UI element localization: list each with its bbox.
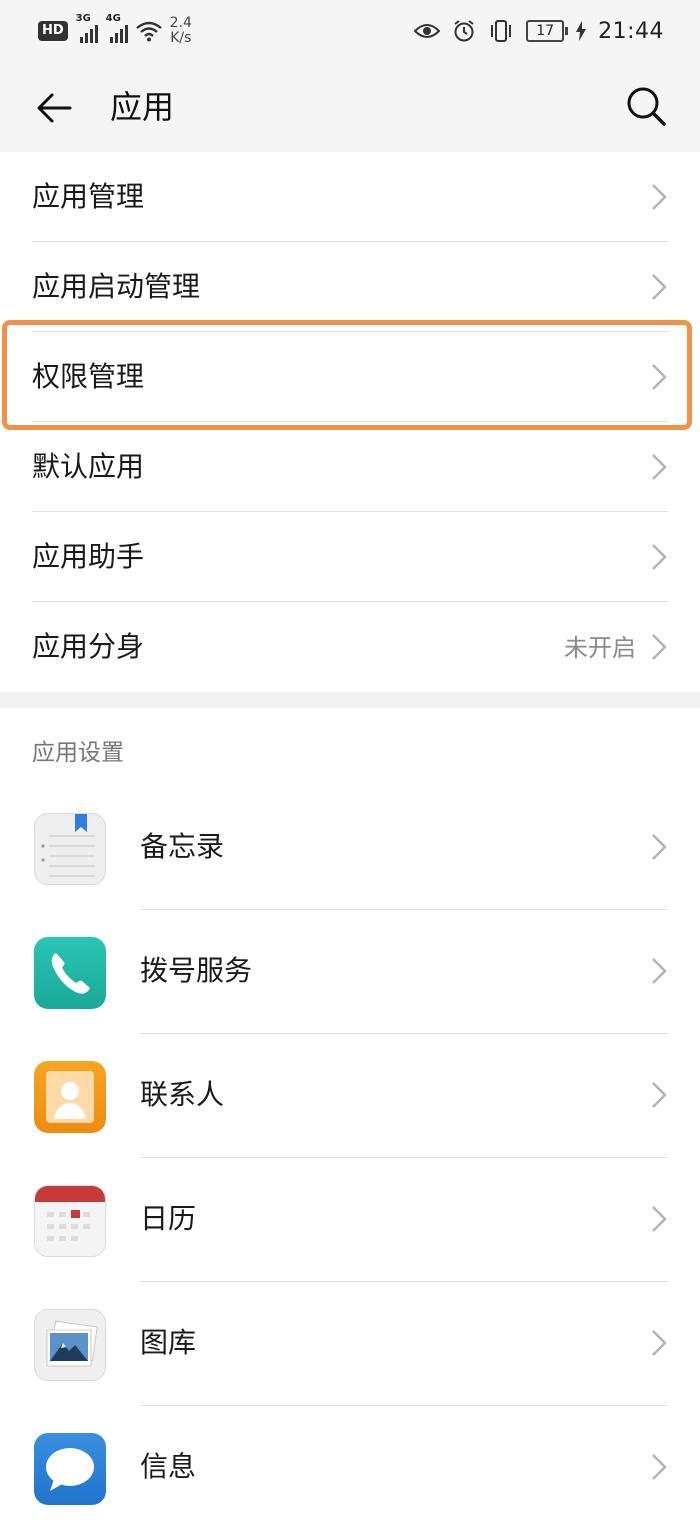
app-item-label: 日历 [140, 1202, 197, 1235]
menu-item-label: 权限管理 [32, 360, 145, 393]
alarm-icon [454, 20, 474, 42]
app-item-calendar[interactable]: 日历 [0, 1158, 700, 1282]
menu-item-label: 默认应用 [32, 450, 145, 483]
app-item-messages[interactable]: 信息 [0, 1406, 700, 1530]
chevron-right-icon [652, 364, 667, 390]
app-item-notepad[interactable]: 备忘录 [0, 786, 700, 910]
charging-icon [576, 21, 587, 41]
menu-item-label: 应用管理 [32, 180, 145, 213]
chevron-right-icon [652, 634, 667, 660]
chevron-right-icon [652, 1330, 667, 1356]
calendar-icon [34, 1185, 106, 1257]
app-menu-list: 应用管理 应用启动管理 权限管理 默认应用 应用助手 应用分身 未开启 [0, 152, 700, 692]
status-bar: HD 3G 4G 2.4 K/s 17 21:44 [0, 0, 700, 62]
arrow-left-icon[interactable] [32, 86, 76, 130]
app-item-label: 拨号服务 [140, 954, 253, 987]
menu-item-label: 应用助手 [32, 540, 145, 573]
app-item-label: 图库 [140, 1326, 197, 1359]
menu-item-app-twin[interactable]: 应用分身 未开启 [0, 602, 700, 692]
menu-item-label: 应用启动管理 [32, 270, 201, 303]
section-gap [0, 692, 700, 708]
chevron-right-icon [652, 958, 667, 984]
menu-item-permission-management[interactable]: 权限管理 [0, 332, 700, 422]
eye-comfort-icon [414, 24, 441, 38]
signal-sim2-icon: 4G [106, 13, 128, 43]
message-icon [34, 1433, 106, 1505]
menu-item-app-launch-management[interactable]: 应用启动管理 [0, 242, 700, 332]
menu-item-label: 应用分身 [32, 630, 145, 663]
chevron-right-icon [652, 544, 667, 570]
signal-sim1-icon: 3G [76, 13, 98, 43]
chevron-right-icon [652, 454, 667, 480]
chevron-right-icon [652, 274, 667, 300]
app-item-label: 联系人 [140, 1078, 225, 1111]
menu-item-default-apps[interactable]: 默认应用 [0, 422, 700, 512]
app-twin-status: 未开启 [564, 634, 636, 662]
app-item-label: 信息 [140, 1450, 197, 1483]
app-bar: 应用 [0, 62, 700, 152]
search-icon[interactable] [624, 84, 668, 128]
chevron-right-icon [652, 834, 667, 860]
app-item-gallery[interactable]: 图库 [0, 1282, 700, 1406]
hd-voice-badge: HD [38, 21, 68, 41]
app-item-dialer[interactable]: 拨号服务 [0, 910, 700, 1034]
chevron-right-icon [652, 184, 667, 210]
chevron-right-icon [652, 1082, 667, 1108]
network-speed: 2.4 K/s [169, 15, 192, 46]
gallery-icon [34, 1309, 106, 1381]
page-title: 应用 [110, 88, 175, 126]
contact-icon [34, 1061, 106, 1133]
notepad-icon [34, 813, 106, 885]
phone-icon [34, 937, 106, 1009]
app-item-label: 备忘录 [140, 830, 225, 863]
chevron-right-icon [652, 1206, 667, 1232]
app-item-contacts[interactable]: 联系人 [0, 1034, 700, 1158]
section-header-app-settings: 应用设置 [32, 740, 124, 766]
menu-item-app-assistant[interactable]: 应用助手 [0, 512, 700, 602]
vibrate-icon [491, 20, 512, 42]
wifi-icon [135, 21, 162, 42]
battery-icon: 17 [526, 20, 568, 42]
status-time: 21:44 [598, 18, 664, 44]
menu-item-app-management[interactable]: 应用管理 [0, 152, 700, 242]
